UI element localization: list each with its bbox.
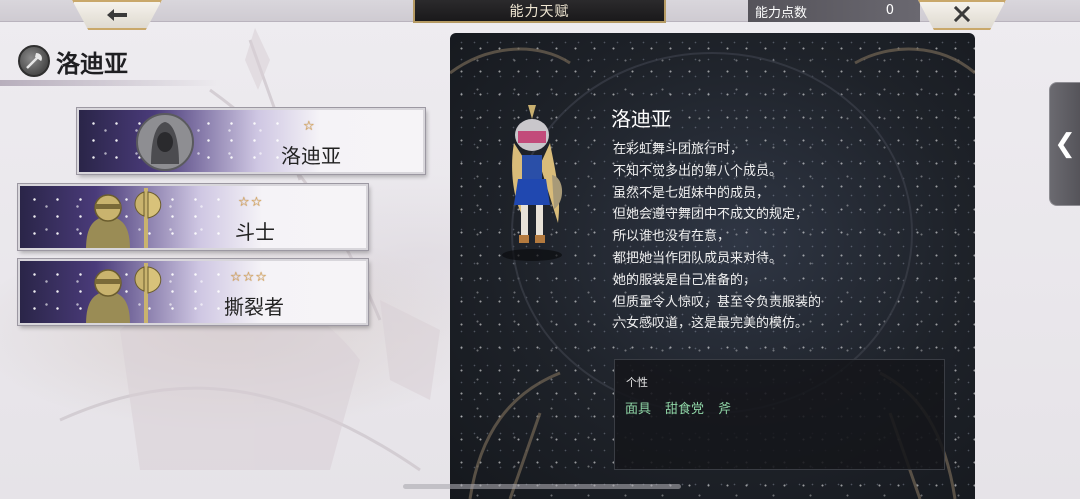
- class-label: 斗士: [235, 220, 275, 244]
- trait-tag: 斧: [718, 402, 732, 417]
- description-line: 她的服装是自己准备的，: [613, 272, 757, 288]
- class-card-lodia[interactable]: ☆ 洛迪亚: [77, 108, 425, 174]
- heading-divider: [0, 80, 220, 86]
- personality-box: 个性 面具 甜食党 斧: [614, 359, 945, 470]
- personality-traits: 面具 甜食党 斧: [625, 398, 731, 417]
- close-icon: [953, 5, 971, 25]
- trait-tag: 甜食党: [665, 402, 705, 417]
- ability-points-value: 0: [885, 3, 894, 18]
- hooded-figure-portrait: [135, 112, 195, 172]
- character-heading: 洛迪亚: [18, 44, 128, 78]
- description-line: 都把她当作团队成员来对待。: [613, 250, 783, 266]
- character-chibi-sprite: [492, 105, 572, 269]
- description-line: 虽然不是七姐妹中的成员，: [613, 185, 770, 201]
- screen-title: 能力天赋: [413, 0, 666, 23]
- ability-points-label: 能力点数: [755, 5, 808, 21]
- chevron-left-icon: ❮: [1054, 129, 1076, 159]
- description-line: 但她会遵守舞团中不成文的规定，: [613, 207, 809, 223]
- home-indicator-bar: [403, 484, 681, 489]
- left-arrow-icon: [106, 5, 128, 25]
- character-description: 在彩虹舞斗团旅行时， 不知不觉多出的第八个成员。 虽然不是七姐妹中的成员， 但她…: [613, 139, 913, 335]
- axe-warrior-portrait: [78, 188, 178, 248]
- star-rating: ☆☆: [238, 195, 264, 210]
- ability-points-bar: 能力点数 0: [748, 0, 920, 22]
- class-label: 撕裂者: [224, 295, 284, 319]
- class-card-fighter[interactable]: ☆☆ 斗士: [18, 184, 368, 250]
- star-rating: ☆: [303, 119, 316, 134]
- description-line: 不知不觉多出的第八个成员。: [613, 163, 783, 179]
- description-line: 在彩虹舞斗团旅行时，: [613, 142, 744, 157]
- side-drawer-tab[interactable]: ❮: [1049, 82, 1080, 206]
- personality-title: 个性: [626, 376, 648, 389]
- axe-warrior-portrait: [78, 263, 178, 323]
- description-line: 但质量令人惊叹，甚至令负责服装的: [613, 294, 822, 310]
- character-name: 洛迪亚: [56, 49, 128, 78]
- class-label: 洛迪亚: [281, 144, 341, 168]
- star-rating: ☆☆☆: [230, 270, 268, 285]
- detail-character-name: 洛迪亚: [611, 107, 671, 131]
- description-line: 所以谁也没有在意，: [613, 229, 731, 245]
- class-card-ripper[interactable]: ☆☆☆ 撕裂者: [18, 259, 368, 325]
- description-line: 六女感叹道，这是最完美的模仿。: [613, 316, 809, 332]
- axe-emblem-icon: [18, 45, 50, 77]
- character-detail-panel: 洛迪亚 在彩虹舞斗团旅行时， 不知不觉多出的第八个成员。 虽然不是七姐妹中的成员…: [450, 33, 975, 499]
- trait-tag: 面具: [625, 402, 652, 417]
